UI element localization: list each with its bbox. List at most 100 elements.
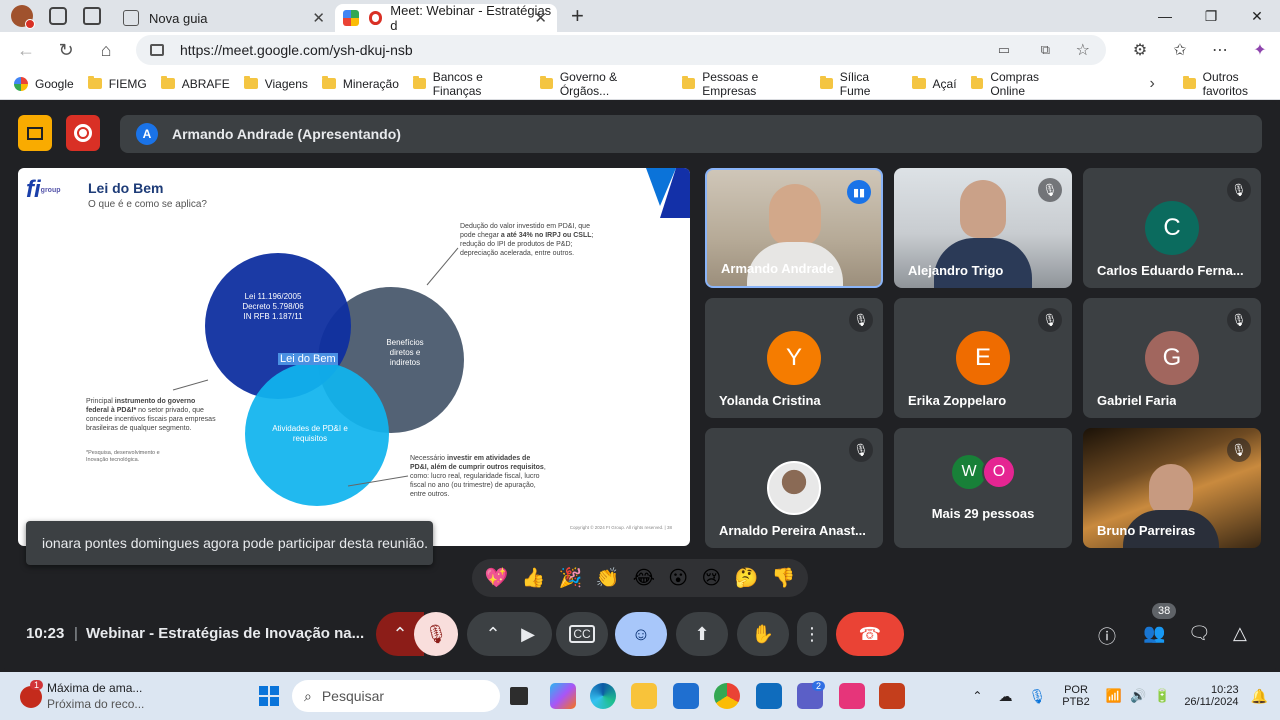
clock[interactable]: 10:23 26/11/2024 [1184,684,1238,708]
store-icon[interactable] [673,683,699,709]
copilot-icon[interactable] [550,683,576,709]
favorites-icon[interactable]: ✩ [1160,40,1200,60]
copilot-icon[interactable]: ✦ [1240,40,1280,60]
participant-tile[interactable]: ▮▮ Armando Andrade [705,168,883,288]
more-participants-tile[interactable]: W O Mais 29 pessoas [894,428,1072,548]
people-icon[interactable]: 👥 [1143,623,1165,644]
new-tab-icon[interactable]: + [571,3,584,29]
leave-call-button[interactable]: ☎ [836,612,904,656]
reaction-thumbs-down[interactable]: 👎 [772,566,796,590]
reaction-heart[interactable]: 💖 [485,566,509,590]
participant-tile[interactable]: 🎙 Bruno Parreiras [1083,428,1261,548]
favorite-star-icon[interactable]: ☆ [1076,40,1090,60]
participant-name: Gabriel Faria [1097,393,1177,408]
workspaces-icon[interactable] [49,7,67,25]
chrome-icon[interactable] [714,683,740,709]
reaction-thinking[interactable]: 🤔 [735,566,759,590]
participant-tile[interactable]: E 🎙 Erika Zoppelaro [894,298,1072,418]
maximize-icon[interactable]: ❐ [1188,8,1234,25]
camera-toggle-button[interactable]: ▶ [504,612,552,656]
taskbar-search[interactable]: ⌕ Pesquisar [292,680,500,712]
snipping-tool-icon[interactable] [839,683,865,709]
bookmark-folder[interactable]: Açaí [911,76,957,91]
chevron-right-icon[interactable]: › [1150,75,1155,93]
participant-avatar: Y [767,331,821,385]
mic-off-icon: 🎙 [424,623,448,644]
more-menu-icon[interactable]: ⋯ [1200,40,1240,60]
url-field[interactable]: https://meet.google.com/ysh-dkuj-nsb ▭ ⧉… [136,35,1106,65]
bookmark-folder[interactable]: Sílica Fume [819,70,898,98]
bookmark-folder[interactable]: Viagens [243,76,308,91]
close-icon[interactable]: ✕ [312,9,325,27]
captions-button[interactable]: CC [556,612,608,656]
tab-actions-icon[interactable] [83,7,101,25]
notification-bell-icon[interactable]: 🔔 [1251,688,1268,705]
participant-tile[interactable]: C 🎙 Carlos Eduardo Ferna... [1083,168,1261,288]
battery-icon[interactable]: 🔋 [1154,688,1170,704]
task-view-icon[interactable] [510,687,528,705]
bookmark-folder[interactable]: Bancos e Finanças [412,70,526,98]
outlook-icon[interactable] [756,683,782,709]
notification-widget[interactable]: 1 Máxima de ama... Próxima do reco... [14,678,154,714]
chevron-up-icon[interactable]: ⌃ [972,689,982,703]
back-icon[interactable]: ← [6,40,46,61]
app-install-icon[interactable]: ⧉ [1041,42,1050,58]
mic-off-icon: 🎙 [1227,308,1251,332]
home-icon[interactable]: ⌂ [86,40,126,61]
bookmark-google[interactable]: Google [14,76,74,91]
meeting-info-icon[interactable]: ⓘ [1098,623,1116,649]
participant-tile[interactable]: G 🎙 Gabriel Faria [1083,298,1261,418]
bookmark-folder[interactable]: Governo & Órgãos... [540,70,660,98]
emoji-reactions-button[interactable]: ☺ [615,612,667,656]
circle-law-text: Lei 11.196/2005 Decreto 5.798/06 IN RFB … [242,292,304,321]
reaction-thumbs-up[interactable]: 👍 [522,566,546,590]
reaction-sad[interactable]: 😢 [701,567,721,590]
bookmark-folder[interactable]: Pessoas e Empresas [682,70,806,98]
camera-indicator-icon[interactable]: ▭ [998,42,1010,58]
reaction-clap[interactable]: 👏 [596,566,620,590]
video-camera-icon: ▶ [521,623,535,644]
tab-meet[interactable]: Meet: Webinar - Estratégias d ✕ [335,3,557,33]
participant-tile[interactable]: 🎙 Alejandro Trigo [894,168,1072,288]
reaction-party[interactable]: 🎉 [559,566,583,590]
profile-avatar[interactable] [11,5,35,29]
wifi-icon[interactable]: 📶 [1106,688,1122,704]
raise-hand-button[interactable]: ✋ [737,612,789,656]
extensions-icon[interactable]: ⚙ [1120,40,1160,60]
close-window-icon[interactable]: ✕ [1234,8,1280,25]
reaction-surprised[interactable]: 😮 [668,567,688,590]
reload-icon[interactable]: ↻ [46,40,86,61]
presenter-bar[interactable]: A Armando Andrade (Apresentando) [120,115,1262,153]
bookmark-folder[interactable]: FIEMG [87,76,147,91]
bookmark-folder[interactable]: ABRAFE [160,76,230,91]
shared-slide: figroup Lei do Bem O que é e como se apl… [18,168,690,546]
note-top: Dedução do valor investido em PD&I, que … [460,223,594,257]
file-explorer-icon[interactable] [631,683,657,709]
record-icon [74,124,92,142]
onedrive-icon[interactable]: ☁ [998,688,1012,705]
chat-icon[interactable]: 🗨 [1188,623,1211,644]
lock-icon[interactable] [150,44,164,56]
more-options-button[interactable]: ⋮ [797,612,827,656]
bookmark-folder[interactable]: Compras Online [970,70,1070,98]
language-indicator[interactable]: POR PTB2 [1062,684,1090,708]
stop-presenting-button[interactable] [18,115,52,151]
microphone-icon[interactable]: 🎙 [1028,688,1046,705]
close-icon[interactable]: ✕ [534,9,547,27]
participant-tile[interactable]: 🎙 Arnaldo Pereira Anast... [705,428,883,548]
mic-toggle-button[interactable]: 🎙 [414,612,458,656]
reaction-laugh[interactable]: 😂 [633,567,655,590]
activities-icon[interactable]: △ [1233,623,1247,644]
bookmark-folder[interactable]: Mineração [321,76,399,91]
start-button[interactable] [259,686,279,706]
bookmark-other-favorites[interactable]: Outros favoritos [1182,70,1280,98]
minimize-icon[interactable]: — [1142,8,1188,24]
present-screen-button[interactable]: ⬆ [676,612,728,656]
participant-name: Erika Zoppelaro [908,393,1007,408]
tab-new-tab[interactable]: Nova guia ✕ [115,4,335,32]
volume-icon[interactable]: 🔊 [1130,688,1146,704]
edge-icon[interactable] [590,683,616,709]
participant-tile[interactable]: Y 🎙 Yolanda Cristina [705,298,883,418]
powerpoint-icon[interactable] [879,683,905,709]
recording-button[interactable] [66,115,100,151]
